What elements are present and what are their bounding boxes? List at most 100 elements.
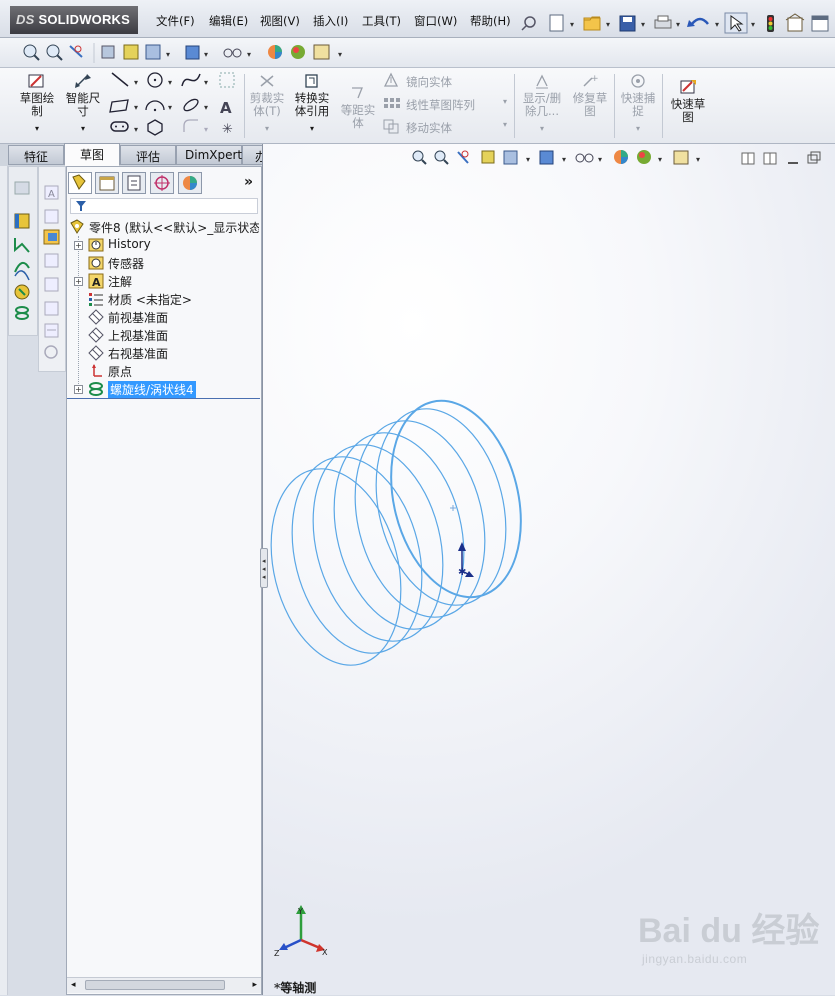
feature-bar-icon[interactable] <box>14 213 30 229</box>
restore-icon[interactable] <box>807 151 821 164</box>
apply-scene-icon[interactable] <box>291 45 305 59</box>
hide-show-items-icon[interactable] <box>575 153 594 163</box>
tree-expander-annotations[interactable]: + <box>74 277 83 286</box>
undo-icon[interactable] <box>687 17 709 27</box>
edit-appearance-icon[interactable] <box>614 150 628 164</box>
select-arrow-icon[interactable] <box>724 12 748 34</box>
new-document-icon[interactable] <box>549 14 564 32</box>
more-tabs-button[interactable]: » <box>244 174 253 190</box>
linear-pattern-label[interactable]: 线性草图阵列 <box>406 97 475 113</box>
mirror-entities-icon[interactable] <box>383 72 399 87</box>
quick-snaps-dropdown-arrow[interactable]: ▾ <box>616 122 660 135</box>
tree-item-front-plane[interactable]: 前视基准面 <box>88 308 258 326</box>
tree-horizontal-scrollbar[interactable]: ◂ ▸ <box>67 977 261 993</box>
edit-sketch-icon[interactable] <box>43 229 60 245</box>
linear-pattern-icon[interactable] <box>384 98 400 108</box>
zoom-to-area-icon[interactable] <box>46 44 63 61</box>
tab-evaluate[interactable]: 评估 <box>120 145 176 165</box>
smart-dimension-dropdown-arrow[interactable]: ▾ <box>62 122 104 135</box>
line-icon[interactable] <box>111 72 129 87</box>
menu-edit[interactable]: 编辑(E) <box>209 13 248 29</box>
point-icon[interactable]: ✳ <box>222 122 233 137</box>
tab-sketch[interactable]: 草图 <box>64 143 120 166</box>
scroll-left-arrow[interactable]: ◂ <box>71 980 76 990</box>
relations-dropdown-arrow[interactable]: ▾ <box>518 122 566 135</box>
scroll-right-arrow[interactable]: ▸ <box>252 980 257 990</box>
property-manager-tab[interactable] <box>95 172 119 194</box>
arc-icon[interactable] <box>145 100 165 112</box>
dynamic-annotation-icon[interactable] <box>503 150 518 165</box>
hide-show-items-icon[interactable] <box>223 48 242 58</box>
tile-left-icon[interactable] <box>741 152 755 165</box>
edit-appearance-icon[interactable] <box>268 45 282 59</box>
menu-window[interactable]: 窗口(W) <box>414 13 457 29</box>
section-view-icon[interactable] <box>481 150 495 164</box>
dynamic-annotation-icon[interactable] <box>123 44 139 60</box>
tree-item-annotations[interactable]: A 注解 <box>88 272 258 290</box>
convert-dropdown-arrow[interactable]: ▾ <box>290 122 334 135</box>
display-style-icon[interactable] <box>185 45 200 60</box>
sketch-grid-icon[interactable] <box>219 72 235 88</box>
menu-file[interactable]: 文件(F) <box>156 13 195 29</box>
display-delete-relations-button[interactable]: 显示/删 除几... ▾ <box>518 72 566 135</box>
fillet-icon[interactable] <box>183 119 198 132</box>
sketch-dropdown-arrow[interactable]: ▾ <box>16 122 58 135</box>
apply-scene-icon[interactable] <box>637 150 651 164</box>
convert-entities-button[interactable]: 转换实 体引用 ▾ <box>290 72 334 135</box>
feature-manager-tab[interactable] <box>68 172 92 194</box>
solidworks-logo[interactable]: DS SOLIDWORKS <box>10 6 138 34</box>
tree-item-top-plane[interactable]: 上视基准面 <box>88 326 258 344</box>
tree-item-origin[interactable]: 原点 <box>88 362 258 380</box>
section-view-icon[interactable] <box>101 45 115 59</box>
rectangle-icon[interactable] <box>109 99 129 113</box>
tree-root-part[interactable]: 零件8 (默认<<默认>_显示状态 <box>69 218 259 236</box>
menu-insert[interactable]: 插入(I) <box>313 13 348 29</box>
move-dropdown-arrow[interactable]: ▾ <box>503 120 507 129</box>
sketch-polyline-icon[interactable] <box>14 238 30 253</box>
circle-icon[interactable] <box>147 72 163 88</box>
zoom-to-fit-icon[interactable] <box>23 44 40 61</box>
display-manager-tab[interactable] <box>178 172 202 194</box>
tree-item-sensors[interactable]: 传感器 <box>88 254 258 272</box>
view-settings-icon[interactable] <box>313 44 330 60</box>
view-orientation-icon[interactable] <box>145 44 161 60</box>
sketch-block-icon[interactable] <box>44 301 59 316</box>
view-settings-icon[interactable] <box>673 150 689 165</box>
tab-dimxpert[interactable]: DimXpert <box>176 145 242 165</box>
menu-view[interactable]: 视图(V) <box>260 13 300 29</box>
rapid-sketch-button[interactable]: 快速草 图 <box>666 78 710 124</box>
ellipse-icon[interactable] <box>182 97 200 113</box>
smart-dimension-button[interactable]: 智能尺 寸 ▾ <box>62 72 104 135</box>
move-entities-icon[interactable] <box>383 119 399 134</box>
quick-snaps-button[interactable]: 快速捕 捉 ▾ <box>616 72 660 135</box>
curve-icon[interactable] <box>14 261 30 281</box>
window-options-icon[interactable] <box>811 15 829 32</box>
sketch-text-icon[interactable]: A <box>44 185 59 200</box>
repair-sketch-button[interactable]: + 修复草 图 <box>568 72 612 118</box>
helix-spiral-icon[interactable] <box>15 306 29 320</box>
pin-icon[interactable] <box>521 16 536 31</box>
sketch-button[interactable]: 草图绘 制 ▾ <box>16 72 58 135</box>
trim-dropdown-arrow[interactable]: ▾ <box>246 122 288 135</box>
extrude-feature-icon[interactable] <box>14 181 30 195</box>
zoom-to-area-icon[interactable] <box>434 150 449 165</box>
sketch-fillet-icon[interactable] <box>44 253 59 268</box>
open-folder-icon[interactable] <box>583 16 601 31</box>
tile-right-icon[interactable] <box>763 152 777 165</box>
pattern-dropdown-arrow[interactable]: ▾ <box>503 97 507 106</box>
tree-filter-field[interactable] <box>70 198 258 214</box>
sketch-tools-icon[interactable] <box>44 345 58 359</box>
menu-help[interactable]: 帮助(H) <box>470 13 511 29</box>
traffic-light-icon[interactable] <box>767 15 774 32</box>
view-orientation-icon[interactable] <box>539 150 554 165</box>
configuration-manager-tab[interactable] <box>122 172 146 194</box>
menu-tools[interactable]: 工具(T) <box>362 13 401 29</box>
helix-model[interactable]: ✱ <box>262 395 552 685</box>
tree-item-material[interactable]: 材质 <未指定> <box>88 290 258 308</box>
sketch-chamfer-icon[interactable] <box>44 277 59 292</box>
tree-expander-helix[interactable]: + <box>74 385 83 394</box>
dimxpert-manager-tab[interactable] <box>150 172 174 194</box>
print-icon[interactable] <box>654 15 672 29</box>
text-icon[interactable]: A <box>220 99 232 117</box>
move-entities-label[interactable]: 移动实体 <box>406 120 452 136</box>
